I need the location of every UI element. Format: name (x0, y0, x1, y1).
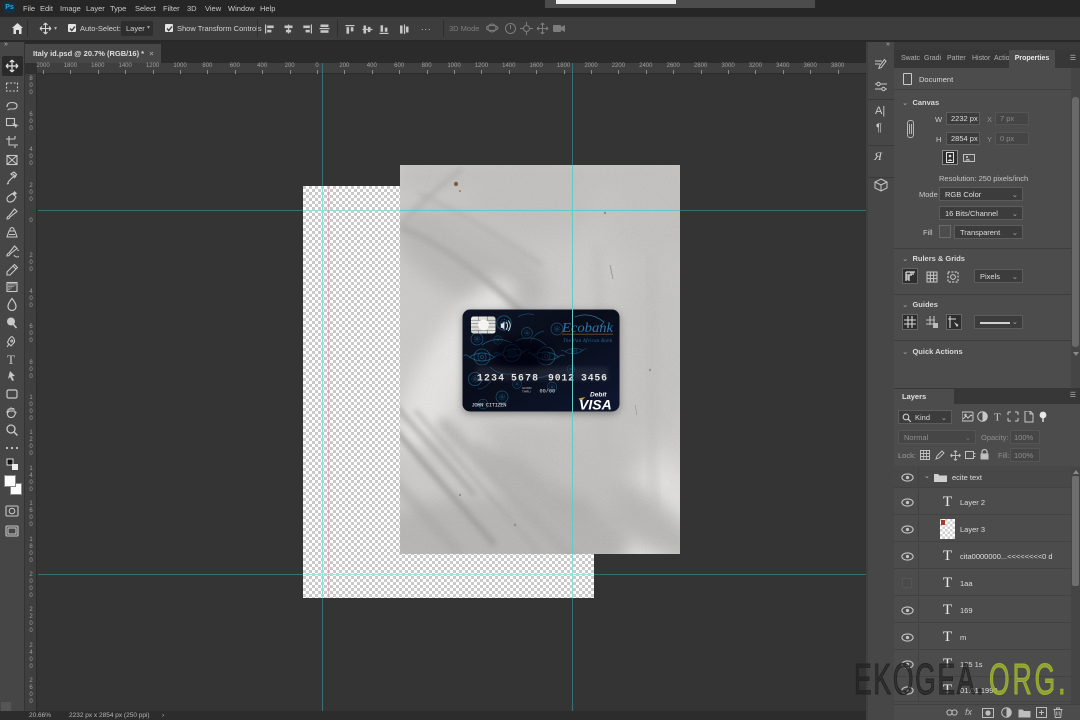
svg-text:00/00: 00/00 (540, 389, 556, 395)
svg-text:3456: 3456 (581, 373, 607, 384)
svg-text:T: T (994, 412, 1001, 424)
svg-text:T: T (7, 352, 15, 366)
svg-text:JOHN CITIZEN: JOHN CITIZEN (472, 403, 507, 409)
svg-text:The Pan African Bank: The Pan African Bank (563, 339, 613, 344)
svg-text:9012: 9012 (548, 373, 574, 384)
svg-text:Ecobank: Ecobank (561, 320, 614, 335)
svg-text:VISA: VISA (579, 397, 612, 413)
svg-text:THRU: THRU (522, 390, 531, 394)
svg-text:5678: 5678 (511, 373, 538, 384)
svg-text:1234: 1234 (477, 373, 504, 384)
